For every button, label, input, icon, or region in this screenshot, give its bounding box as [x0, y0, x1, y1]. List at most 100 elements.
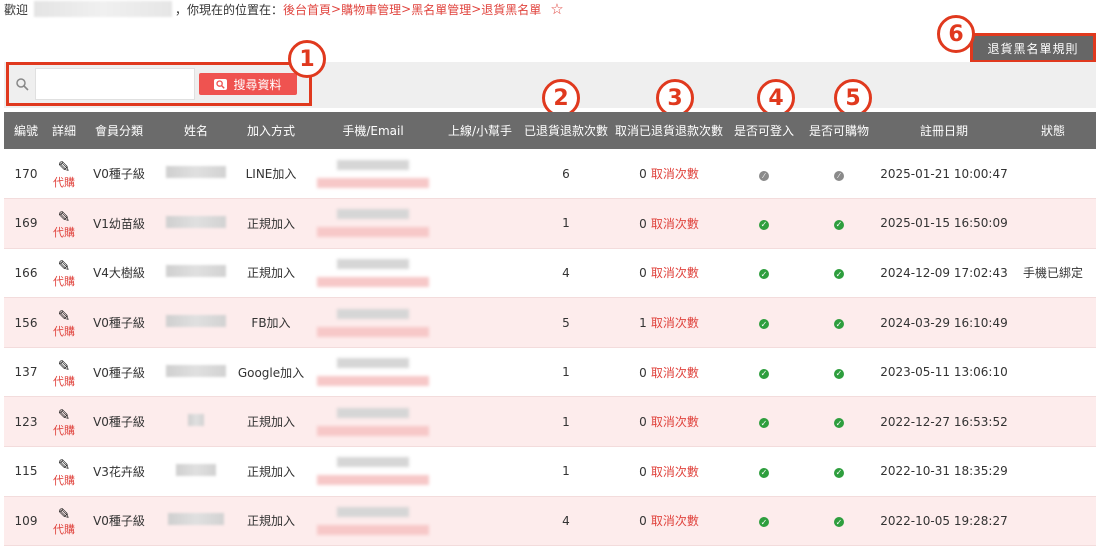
email-redacted [317, 227, 429, 238]
cancel-count-value: 0 [639, 415, 647, 430]
table-row: 170 ✎ 代購 V0種子級 LINE加入 6 0 取消次數 ⁄ ⁄ 2025-01-21 10:0… [4, 149, 1096, 200]
star-outline-icon[interactable]: ☆ [550, 0, 563, 18]
cell-tier: V0種子級 [80, 496, 158, 547]
cell-id: 109 [4, 496, 48, 547]
cell-tier: V0種子級 [80, 297, 158, 348]
check-circle-icon: ✓ [834, 418, 844, 429]
proxy-purchase-link[interactable]: 代購 [53, 424, 75, 437]
cell-upline [438, 198, 522, 249]
phone-redacted [337, 209, 409, 220]
col-tier: 會員分類 [94, 124, 143, 138]
cell-name [158, 496, 234, 547]
cell-cancel-return-count: 0 取消次數 [610, 446, 728, 497]
cell-can-login: ✓ [728, 297, 800, 348]
cancel-count-link[interactable]: 取消次數 [651, 366, 699, 380]
cell-cancel-return-count: 0 取消次數 [610, 396, 728, 448]
email-redacted [317, 177, 429, 188]
username-redacted [34, 1, 173, 17]
edit-pencil-icon[interactable]: ✎ [58, 505, 71, 523]
cell-upline [438, 396, 522, 448]
col-can-shop: 是否可購物 [808, 124, 869, 138]
check-circle-icon: ✓ [834, 319, 844, 330]
proxy-purchase-link[interactable]: 代購 [53, 275, 75, 288]
cell-id: 123 [4, 396, 48, 448]
email-redacted [317, 475, 429, 486]
table-row: 137 ✎ 代購 V0種子級 Google加入 1 0 取消次數 ✓ ✓ 2023-05-11 13… [4, 347, 1096, 398]
cell-status [1010, 396, 1096, 448]
cell-register-date: 2022-12-27 16:53:52 [878, 396, 1010, 448]
check-circle-icon: ✓ [759, 418, 769, 429]
cancel-count-value: 0 [639, 365, 647, 380]
cell-id: 170 [4, 149, 48, 200]
cell-can-login: ✓ [728, 396, 800, 448]
proxy-purchase-link[interactable]: 代購 [53, 523, 75, 536]
disabled-circle-icon: ⁄ [834, 170, 844, 181]
cell-name [158, 248, 234, 299]
cell-join-method: Google加入 [234, 347, 308, 398]
proxy-purchase-link[interactable]: 代購 [53, 474, 75, 487]
table-body: 170 ✎ 代購 V0種子級 LINE加入 6 0 取消次數 ⁄ ⁄ 2025-01-21 10:0… [4, 149, 1096, 547]
breadcrumb-separator: > [471, 2, 482, 16]
breadcrumb-home[interactable]: 後台首頁 [283, 1, 331, 18]
proxy-purchase-link[interactable]: 代購 [53, 375, 75, 388]
cell-id: 156 [4, 297, 48, 348]
breadcrumb: 歡迎 ，你現在的位置在： 後台首頁 > 購物車管理 > 黑名單管理 > 退貨黑名… [4, 0, 564, 18]
cell-can-shop: ✓ [800, 198, 878, 249]
cancel-count-link[interactable]: 取消次數 [651, 415, 699, 429]
cell-cancel-return-count: 0 取消次數 [610, 347, 728, 398]
table-header-row: 編號 詳細 會員分類 姓名 加入方式 手機/Email 上線/小幫手 已退貨退款… [4, 112, 1096, 149]
proxy-purchase-link[interactable]: 代購 [53, 325, 75, 338]
edit-pencil-icon[interactable]: ✎ [58, 208, 71, 226]
cell-can-login: ✓ [728, 198, 800, 249]
cell-status [1010, 149, 1096, 200]
edit-pencil-icon[interactable]: ✎ [58, 456, 71, 474]
breadcrumb-cart-management[interactable]: 購物車管理 [341, 1, 401, 18]
name-redacted [168, 513, 224, 526]
breadcrumb-blacklist-management[interactable]: 黑名單管理 [411, 1, 471, 18]
edit-pencil-icon[interactable]: ✎ [58, 257, 71, 275]
cancel-count-link[interactable]: 取消次數 [651, 167, 699, 181]
cancel-count-link[interactable]: 取消次數 [651, 514, 699, 528]
check-circle-icon: ✓ [759, 219, 769, 230]
search-highlight-frame: 搜尋資料 [6, 62, 312, 106]
cell-upline [438, 297, 522, 348]
cell-id: 166 [4, 248, 48, 299]
check-circle-icon: ✓ [759, 368, 769, 379]
cell-name [158, 396, 234, 448]
cell-join-method: FB加入 [234, 297, 308, 348]
cell-upline [438, 248, 522, 299]
col-register-date: 註冊日期 [919, 124, 968, 138]
cancel-count-link[interactable]: 取消次數 [651, 266, 699, 280]
cell-upline [438, 347, 522, 398]
return-blacklist-table: 編號 詳細 會員分類 姓名 加入方式 手機/Email 上線/小幫手 已退貨退款… [4, 112, 1096, 547]
cell-return-count: 1 [522, 396, 610, 448]
cell-register-date: 2025-01-21 10:00:47 [878, 149, 1010, 200]
cancel-count-link[interactable]: 取消次數 [651, 465, 699, 479]
cell-return-count: 5 [522, 297, 610, 348]
proxy-purchase-link[interactable]: 代購 [53, 176, 75, 189]
cell-contact [308, 396, 438, 448]
cancel-count-link[interactable]: 取消次數 [651, 316, 699, 330]
edit-pencil-icon[interactable]: ✎ [58, 307, 71, 325]
return-blacklist-rules-button[interactable]: 退貨黑名單規則 [970, 33, 1096, 63]
cell-can-shop: ✓ [800, 248, 878, 299]
breadcrumb-return-blacklist[interactable]: 退貨黑名單 [481, 1, 541, 18]
cancel-count-link[interactable]: 取消次數 [651, 217, 699, 231]
email-redacted [317, 524, 429, 535]
cell-status [1010, 347, 1096, 398]
edit-pencil-icon[interactable]: ✎ [58, 357, 71, 375]
check-circle-icon: ✓ [834, 517, 844, 528]
proxy-purchase-link[interactable]: 代購 [53, 226, 75, 239]
cell-join-method: 正規加入 [234, 496, 308, 547]
table-row: 169 ✎ 代購 V1幼苗級 正規加入 1 0 取消次數 ✓ ✓ 2025-01-15 16:50:… [4, 198, 1096, 249]
cell-name [158, 347, 234, 398]
edit-pencil-icon[interactable]: ✎ [58, 406, 71, 424]
search-input[interactable] [35, 68, 195, 100]
col-return-count: 已退貨退款次數 [523, 124, 608, 138]
email-redacted [317, 326, 429, 337]
cell-cancel-return-count: 0 取消次數 [610, 496, 728, 547]
search-button[interactable]: 搜尋資料 [199, 73, 297, 95]
cell-can-shop: ✓ [800, 347, 878, 398]
phone-redacted [337, 258, 409, 269]
edit-pencil-icon[interactable]: ✎ [58, 158, 71, 176]
